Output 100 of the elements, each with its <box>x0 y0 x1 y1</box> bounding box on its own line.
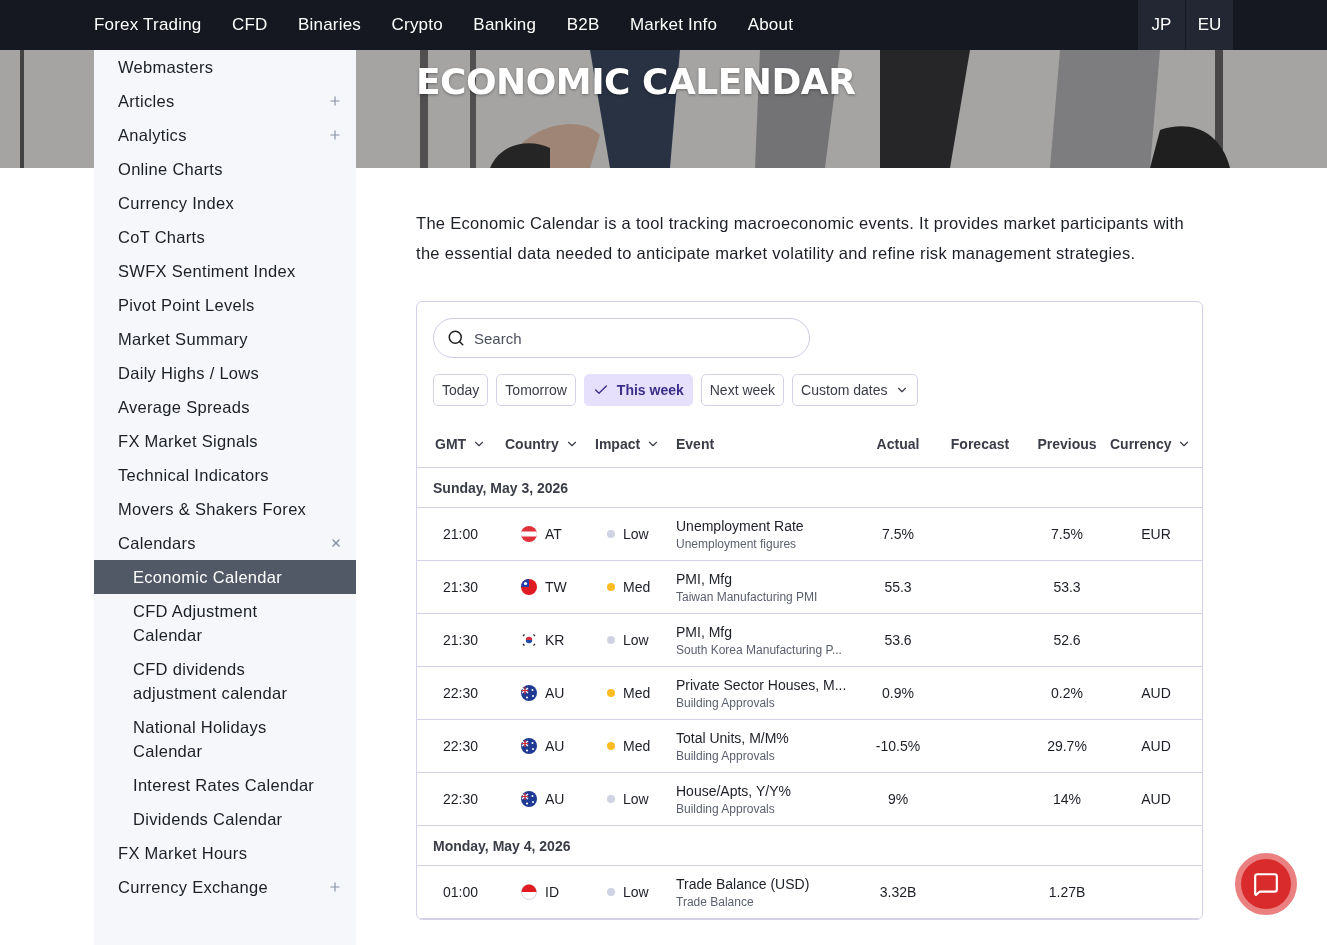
search-icon <box>447 329 465 347</box>
sidebar-item[interactable]: Daily Highs / Lows <box>94 356 356 390</box>
column-header: Forecast <box>949 435 1011 452</box>
sidebar-item[interactable]: Interest Rates Calendar <box>94 768 356 802</box>
column-header[interactable]: Country <box>505 435 595 452</box>
impact-label: Low <box>623 632 649 648</box>
sidebar-item[interactable]: Pivot Point Levels <box>94 288 356 322</box>
sidebar-item[interactable]: Economic Calendar <box>94 560 356 594</box>
previous-cell-text: 1.27B <box>1047 884 1087 900</box>
filter-chip[interactable]: Custom dates <box>792 374 919 406</box>
flag-icon <box>521 685 537 701</box>
sidebar-item[interactable]: Market Summary <box>94 322 356 356</box>
column-header[interactable]: Currency <box>1110 435 1202 452</box>
currency-cell: AUD <box>1141 738 1171 754</box>
intro-text: The Economic Calendar is a tool tracking macroeconomic events. It provides market participants with the essential data needed to anticipate market volatility and refine risk management strategies. <box>416 213 1185 264</box>
sidebar-item[interactable]: FX Market Hours <box>94 836 356 870</box>
sidebar-item[interactable]: CFD dividends adjustment calendar <box>94 652 356 710</box>
event-name: Trade Balance (USD) <box>676 875 811 892</box>
filter-chip[interactable]: Today <box>433 374 489 406</box>
previous-cell-text: 14% <box>1052 791 1082 807</box>
sidebar-item[interactable]: Dividends Calendar <box>94 802 356 836</box>
sidebar-item[interactable]: Online Charts <box>94 152 356 186</box>
column-header: Actual <box>875 435 921 452</box>
nav-link[interactable]: CFD <box>232 0 268 50</box>
nav-link[interactable]: Crypto <box>391 0 443 50</box>
previous-cell-text: 29.7% <box>1046 738 1088 754</box>
plus-icon[interactable] <box>328 94 342 108</box>
sidebar-item[interactable]: Currency Exchange <box>94 870 356 904</box>
time-cell-text: 21:30 <box>442 579 480 595</box>
sidebar-item[interactable]: Currency Index <box>94 186 356 220</box>
sidebar-item[interactable]: Articles <box>94 84 356 118</box>
country-code: KR <box>545 632 565 648</box>
event-description: Trade Balance <box>676 894 755 909</box>
plus-icon[interactable] <box>328 128 342 142</box>
impact-label: Med <box>623 579 651 595</box>
previous-cell-text: 53.3 <box>1052 579 1082 595</box>
sidebar-item[interactable]: National Holidays Calendar <box>94 710 356 768</box>
date-heading: Sunday, May 3, 2026 <box>433 479 569 496</box>
column-header: Previous <box>1036 435 1098 452</box>
impact-label: Low <box>623 791 649 807</box>
country-code: TW <box>545 579 567 595</box>
event-description: Unemployment figures <box>676 536 798 551</box>
sidebar-item[interactable]: CFD Adjustment Calendar <box>94 594 356 652</box>
time-cell-text: 21:00 <box>442 526 480 542</box>
country-code: AT <box>545 526 562 542</box>
sidebar-item[interactable]: Average Spreads <box>94 390 356 424</box>
sidebar-item[interactable]: Movers & Shakers Forex <box>94 492 356 526</box>
currency-cell: AUD <box>1141 791 1171 807</box>
time-cell-text: 21:30 <box>442 632 480 648</box>
sidebar-item[interactable]: Calendars <box>94 526 356 560</box>
filter-chip[interactable]: Next week <box>700 374 785 406</box>
nav-link[interactable]: B2B <box>566 0 600 50</box>
event-description: Building Approvals <box>676 748 776 763</box>
actual-cell-text: 0.9% <box>881 685 915 701</box>
plus-icon[interactable] <box>328 880 342 894</box>
nav-link[interactable]: Forex Trading <box>94 0 202 50</box>
nav-link[interactable]: Market Info <box>629 0 718 50</box>
chat-icon <box>1253 871 1279 897</box>
previous-cell-text: 7.5% <box>1050 526 1084 542</box>
impact-label: Low <box>623 526 649 542</box>
nav-link[interactable]: About <box>747 0 794 50</box>
close-icon[interactable] <box>330 537 342 549</box>
actual-cell-text: -10.5% <box>874 738 922 754</box>
previous-cell-text: 52.6 <box>1052 632 1082 648</box>
sidebar-item[interactable]: SWFX Sentiment Index <box>94 254 356 288</box>
event-name: PMI, Mfg <box>676 570 733 587</box>
date-heading: Monday, May 4, 2026 <box>433 837 571 854</box>
region-button[interactable]: EU <box>1185 0 1233 50</box>
sidebar-item[interactable]: FX Market Signals <box>94 424 356 458</box>
event-description: Building Approvals <box>676 801 776 816</box>
actual-cell-text: 55.3 <box>883 579 913 595</box>
column-header[interactable]: GMT <box>435 435 505 452</box>
event-name: Private Sector Houses, M... <box>676 676 848 693</box>
flag-icon <box>521 579 537 595</box>
region-button[interactable]: JP <box>1137 0 1185 50</box>
sidebar-item[interactable]: CoT Charts <box>94 220 356 254</box>
flag-icon <box>521 526 537 542</box>
nav-link[interactable]: Binaries <box>298 0 362 50</box>
time-cell-text: 22:30 <box>442 738 480 754</box>
impact-label: Low <box>623 884 649 900</box>
search-field[interactable]: Search <box>433 318 810 358</box>
filter-chip[interactable]: This week <box>583 374 693 406</box>
previous-cell-text: 0.2% <box>1050 685 1084 701</box>
event-name: PMI, Mfg <box>676 623 733 640</box>
impact-label: Med <box>623 685 651 701</box>
column-header[interactable]: Impact <box>595 435 676 452</box>
event-description: South Korea Manufacturing P... <box>676 642 843 657</box>
sidebar-item[interactable]: Webmasters <box>94 50 356 84</box>
sidebar-item[interactable]: Analytics <box>94 118 356 152</box>
country-code: ID <box>545 884 559 900</box>
event-description: Taiwan Manufacturing PMI <box>676 589 819 604</box>
event-name: Unemployment Rate <box>676 517 805 534</box>
time-cell-text: 22:30 <box>442 791 480 807</box>
actual-cell-text: 9% <box>886 791 910 807</box>
sidebar-item[interactable]: Technical Indicators <box>94 458 356 492</box>
nav-link[interactable]: Banking <box>473 0 537 50</box>
flag-icon <box>521 632 537 648</box>
country-code: AU <box>545 738 565 754</box>
country-code: AU <box>545 685 565 701</box>
filter-chip[interactable]: Tomorrow <box>496 374 576 406</box>
